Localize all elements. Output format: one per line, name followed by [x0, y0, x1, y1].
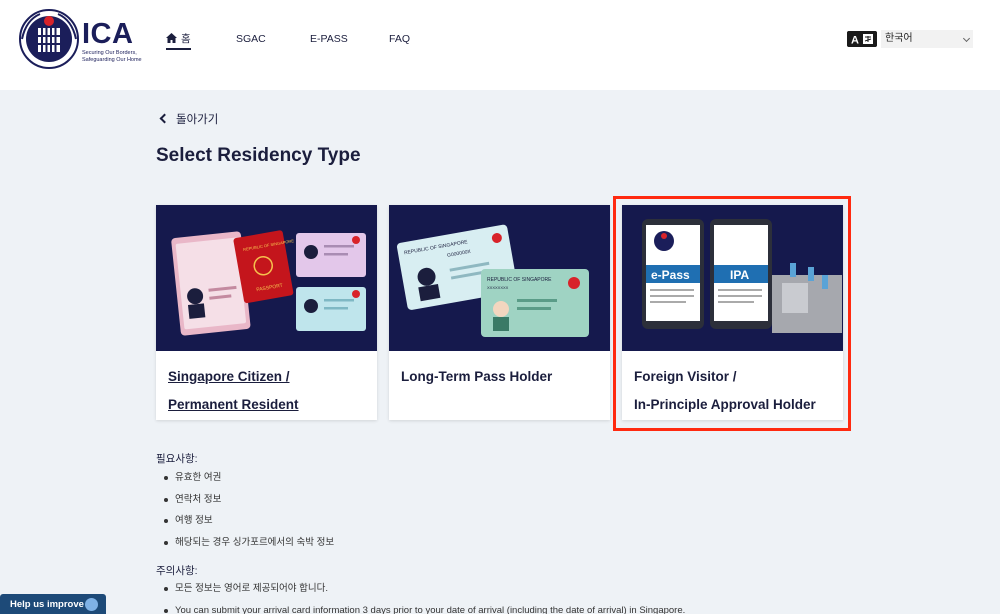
- site-header: ICA Securing Our Borders, Safeguarding O…: [0, 0, 1000, 90]
- notes-list: 모든 정보는 영어로 제공되어야 합니다. You can submit you…: [164, 582, 984, 614]
- back-label: 돌아가기: [176, 114, 219, 126]
- svg-text:A: A: [851, 35, 859, 47]
- chevron-left-icon: [159, 113, 170, 124]
- ltp-card2-fin: XXXXXXXX: [487, 285, 509, 290]
- card-long-term-pass[interactable]: REPUBLIC OF SINGAPORE G000000X REPUBLIC …: [389, 205, 610, 420]
- notes-title: 주의사항:: [156, 565, 198, 577]
- translate-icon: A: [847, 31, 877, 47]
- home-icon: [166, 33, 177, 43]
- ltp-illustration: REPUBLIC OF SINGAPORE G000000X REPUBLIC …: [389, 205, 610, 351]
- list-item: You can submit your arrival card informa…: [164, 604, 984, 614]
- card-label-line2: Permanent Resident: [168, 397, 299, 412]
- logo-wordmark: ICA: [82, 18, 134, 50]
- list-item: 여행 정보: [164, 514, 334, 536]
- requirements-title: 필요사항:: [156, 453, 198, 465]
- ica-seal-icon: [19, 9, 79, 69]
- list-item: 해당되는 경우 싱가포르에서의 숙박 정보: [164, 536, 334, 558]
- language-select[interactable]: 한국어: [881, 30, 973, 48]
- help-label: Help us improve: [10, 599, 84, 610]
- list-item: 연락처 정보: [164, 493, 334, 515]
- ltp-card-art: REPUBLIC OF SINGAPORE G000000X REPUBLIC …: [396, 224, 589, 337]
- card-citizen-pr[interactable]: REPUBLIC OF SINGAPORE PASSPORT Singapore…: [156, 205, 377, 420]
- logo-tagline: Securing Our Borders, Safeguarding Our H…: [82, 50, 142, 63]
- chevron-down-icon: [962, 34, 971, 43]
- nav-epass[interactable]: E-PASS: [310, 30, 348, 50]
- selection-highlight: [613, 196, 851, 431]
- card-label: Singapore Citizen / Permanent Resident: [168, 363, 368, 419]
- card-label-line1: Long-Term Pass Holder: [401, 369, 553, 384]
- nav-faq[interactable]: FAQ: [389, 30, 410, 50]
- nav-sgac[interactable]: SGAC: [236, 30, 266, 50]
- ica-logo[interactable]: ICA Securing Our Borders, Safeguarding O…: [18, 8, 143, 70]
- card-label-line1: Singapore Citizen /: [168, 369, 290, 384]
- nav-home-label: 홈: [181, 33, 191, 45]
- card-label: Long-Term Pass Holder: [401, 363, 601, 391]
- citizen-pr-illustration: REPUBLIC OF SINGAPORE PASSPORT: [156, 205, 377, 351]
- smiley-icon: [85, 598, 98, 611]
- help-us-improve-button[interactable]: Help us improve: [0, 594, 106, 614]
- language-selected: 한국어: [885, 33, 913, 44]
- nav-home[interactable]: 홈: [166, 30, 191, 50]
- passport-ic-art: REPUBLIC OF SINGAPORE PASSPORT: [171, 230, 366, 336]
- requirements-list: 유효한 여권 연락처 정보 여행 정보 해당되는 경우 싱가포르에서의 숙박 정…: [164, 471, 334, 557]
- ltp-card2-title: REPUBLIC OF SINGAPORE: [487, 277, 552, 283]
- page-title: Select Residency Type: [156, 145, 361, 166]
- back-link[interactable]: 돌아가기: [158, 112, 218, 128]
- list-item: 유효한 여권: [164, 471, 334, 493]
- list-item: 모든 정보는 영어로 제공되어야 합니다.: [164, 582, 984, 604]
